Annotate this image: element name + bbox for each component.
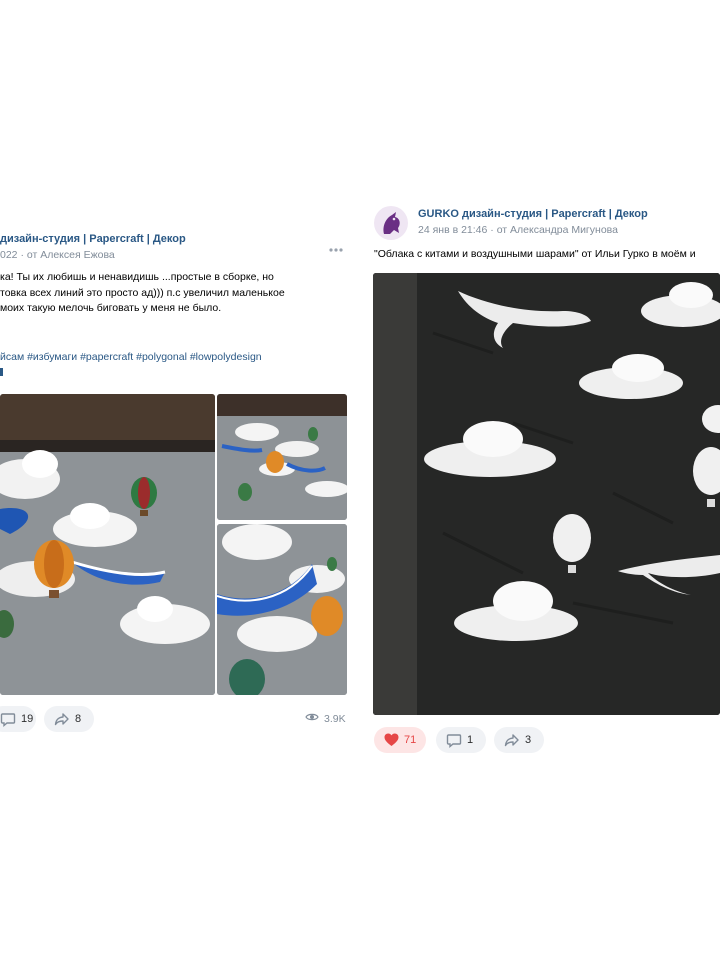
comment-icon bbox=[446, 732, 462, 748]
post-text-line: моих такую мелочь биговать у меня не был… bbox=[0, 302, 222, 314]
post-date[interactable]: 24 янв в 21:46 bbox=[418, 224, 487, 236]
post-hashtags[interactable]: йсам #избумаги #papercraft #polygonal #l… bbox=[0, 351, 262, 363]
share-button[interactable]: 3 bbox=[494, 727, 544, 753]
share-count: 8 bbox=[75, 713, 82, 725]
post-text: ка! Ты их любишь и ненавидишь ...простые… bbox=[0, 270, 285, 317]
comment-count: 19 bbox=[21, 713, 34, 725]
group-name[interactable]: дизайн-студия | Papercraft | Декор bbox=[0, 233, 186, 245]
text-fragment bbox=[0, 368, 3, 376]
group-name[interactable]: GURKO дизайн-студия | Papercraft | Декор bbox=[418, 208, 648, 220]
post-meta: 24 янв в 21:46 · от Александра Мигунова bbox=[418, 224, 618, 236]
post-meta: 022 · от Алексея Ежова bbox=[0, 249, 115, 261]
post-photo-3[interactable] bbox=[217, 524, 347, 695]
post-text-line: ка! Ты их любишь и ненавидишь ...простые… bbox=[0, 271, 274, 283]
heart-icon bbox=[384, 733, 399, 747]
share-button[interactable]: 8 bbox=[44, 706, 94, 732]
post-text-line: товка всех линий это просто ад))) п.с ув… bbox=[0, 286, 285, 299]
post-date[interactable]: 022 bbox=[0, 249, 18, 261]
eye-icon bbox=[305, 712, 319, 725]
post-photo-2[interactable] bbox=[217, 394, 347, 520]
views-count: 3.9K bbox=[324, 712, 346, 725]
share-count: 3 bbox=[525, 734, 532, 746]
post-text: "Облака с китами и воздушными шарами" от… bbox=[374, 248, 696, 260]
post-photo-main[interactable] bbox=[0, 394, 215, 695]
comment-icon bbox=[0, 711, 16, 727]
views-counter: 3.9K bbox=[305, 712, 346, 725]
post-author[interactable]: · от Александра Мигунова bbox=[490, 224, 618, 236]
share-icon bbox=[54, 711, 70, 727]
share-icon bbox=[504, 732, 520, 748]
like-button[interactable]: 71 bbox=[374, 727, 426, 753]
comment-button[interactable]: 1 bbox=[436, 727, 486, 753]
avatar[interactable] bbox=[374, 206, 408, 240]
post-author[interactable]: · от Алексея Ежова bbox=[20, 249, 114, 261]
post-photo-main[interactable] bbox=[373, 273, 720, 715]
more-dots-icon[interactable] bbox=[328, 240, 344, 258]
comment-button[interactable]: 19 bbox=[0, 706, 36, 732]
like-count: 71 bbox=[404, 734, 417, 746]
comment-count: 1 bbox=[467, 734, 474, 746]
